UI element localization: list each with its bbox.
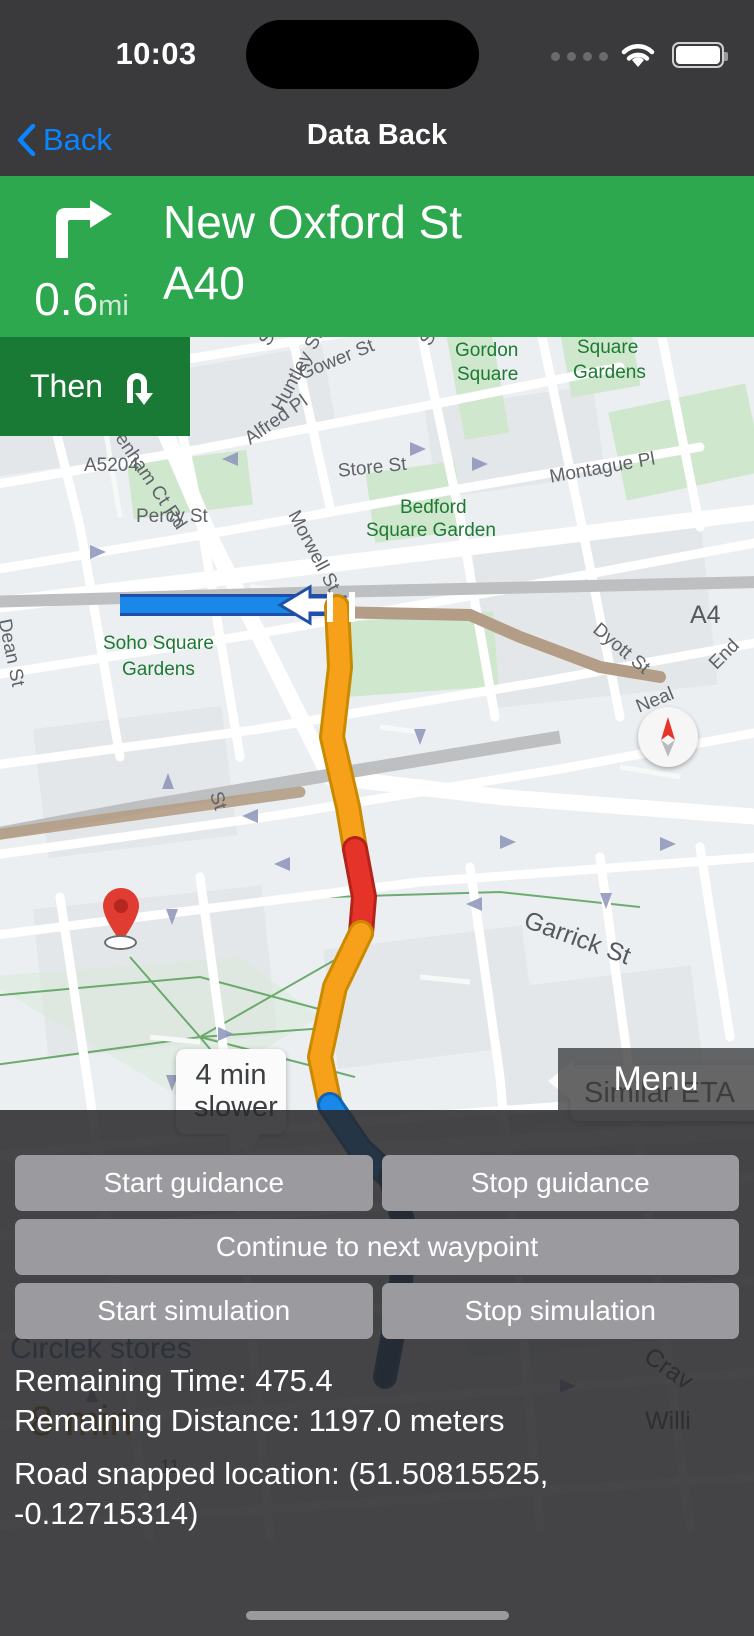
button-row-guidance: Start guidance Stop guidance: [0, 1155, 754, 1219]
battery-full-icon: [672, 42, 728, 68]
stop-guidance-button[interactable]: Stop guidance: [381, 1155, 739, 1211]
cellular-dots-icon: [551, 52, 608, 61]
then-label: Then: [30, 368, 103, 404]
route-origin-marker: [104, 935, 137, 950]
dynamic-island: [246, 20, 479, 89]
maneuver-streets: New Oxford St A40: [163, 176, 462, 314]
maneuver-distance: 0.6mi: [0, 272, 163, 326]
phone-screen: Gower StStStGordonSquareSquareGardensHun…: [0, 0, 754, 1636]
road-snapped-location-line1: Road snapped location: (51.50815525,: [14, 1456, 549, 1492]
remaining-time-text: Remaining Time: 475.4: [14, 1363, 333, 1398]
wifi-icon: [618, 40, 658, 70]
start-simulation-button[interactable]: Start simulation: [15, 1283, 373, 1339]
compass-icon[interactable]: [638, 707, 698, 767]
menu-button[interactable]: Menu: [558, 1048, 754, 1110]
maneuver-distance-unit: mi: [98, 290, 129, 322]
status-bar: 10:03: [0, 0, 754, 104]
road-snapped-location-line2: -0.12715314): [14, 1496, 199, 1532]
u-turn-right-icon: [119, 367, 159, 407]
maneuver-left: 0.6mi: [0, 176, 163, 337]
nav-bar: Back Data Back: [0, 104, 754, 176]
home-indicator: [246, 1611, 509, 1620]
menu-button-label: Menu: [613, 1059, 699, 1098]
start-guidance-button[interactable]: Start guidance: [15, 1155, 373, 1211]
maneuver-distance-value: 0.6: [34, 273, 99, 325]
maneuver-street-primary: New Oxford St: [163, 196, 463, 248]
callout-slower-line1: 4 min: [195, 1059, 267, 1091]
button-row-waypoint: Continue to next waypoint: [0, 1219, 754, 1283]
stop-simulation-button[interactable]: Stop simulation: [381, 1283, 739, 1339]
maneuver-street-secondary: A40: [163, 257, 245, 310]
controls-buttons: Start guidance Stop guidance Continue to…: [0, 1155, 754, 1534]
status-readout: Remaining Time: 475.4 Remaining Distance…: [0, 1347, 754, 1534]
then-maneuver-bar: Then: [0, 337, 190, 436]
controls-panel: Start guidance Stop guidance Continue to…: [0, 1110, 754, 1636]
status-bar-clock: 10:03: [115, 36, 197, 71]
remaining-distance-text: Remaining Distance: 1197.0 meters: [14, 1402, 505, 1438]
button-row-simulation: Start simulation Stop simulation: [0, 1283, 754, 1347]
maneuver-banner: 0.6mi New Oxford St A40: [0, 176, 754, 337]
turn-right-icon: [46, 198, 116, 260]
continue-waypoint-button[interactable]: Continue to next waypoint: [15, 1219, 739, 1275]
page-title: Data Back: [306, 119, 448, 151]
